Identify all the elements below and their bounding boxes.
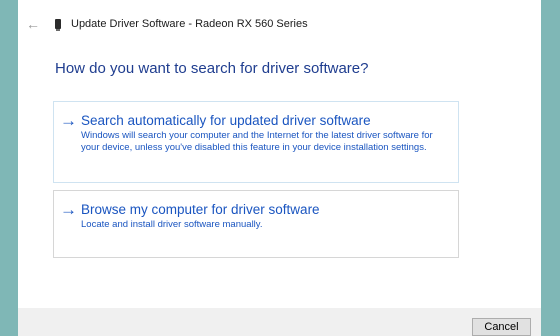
option-title: Search automatically for updated driver … — [81, 113, 371, 128]
update-driver-dialog: ← Update Driver Software - Radeon RX 560… — [18, 0, 541, 336]
dialog-footer: Cancel — [18, 308, 541, 336]
right-arrow-icon: → — [60, 200, 77, 219]
option-description: Windows will search your computer and th… — [81, 130, 433, 153]
option-description: Locate and install driver software manua… — [81, 219, 263, 230]
device-icon — [55, 19, 61, 31]
right-arrow-icon: → — [60, 111, 77, 130]
page-heading: How do you want to search for driver sof… — [55, 60, 369, 77]
back-arrow-icon[interactable]: ← — [26, 14, 40, 34]
cancel-button[interactable]: Cancel — [472, 318, 531, 336]
dialog-titlebar: ← Update Driver Software - Radeon RX 560… — [18, 14, 541, 34]
search-automatically-option[interactable]: → Search automatically for updated drive… — [53, 101, 459, 183]
browse-computer-option[interactable]: → Browse my computer for driver software… — [53, 190, 459, 258]
window-title: Update Driver Software - Radeon RX 560 S… — [71, 18, 308, 30]
option-title: Browse my computer for driver software — [81, 202, 320, 217]
